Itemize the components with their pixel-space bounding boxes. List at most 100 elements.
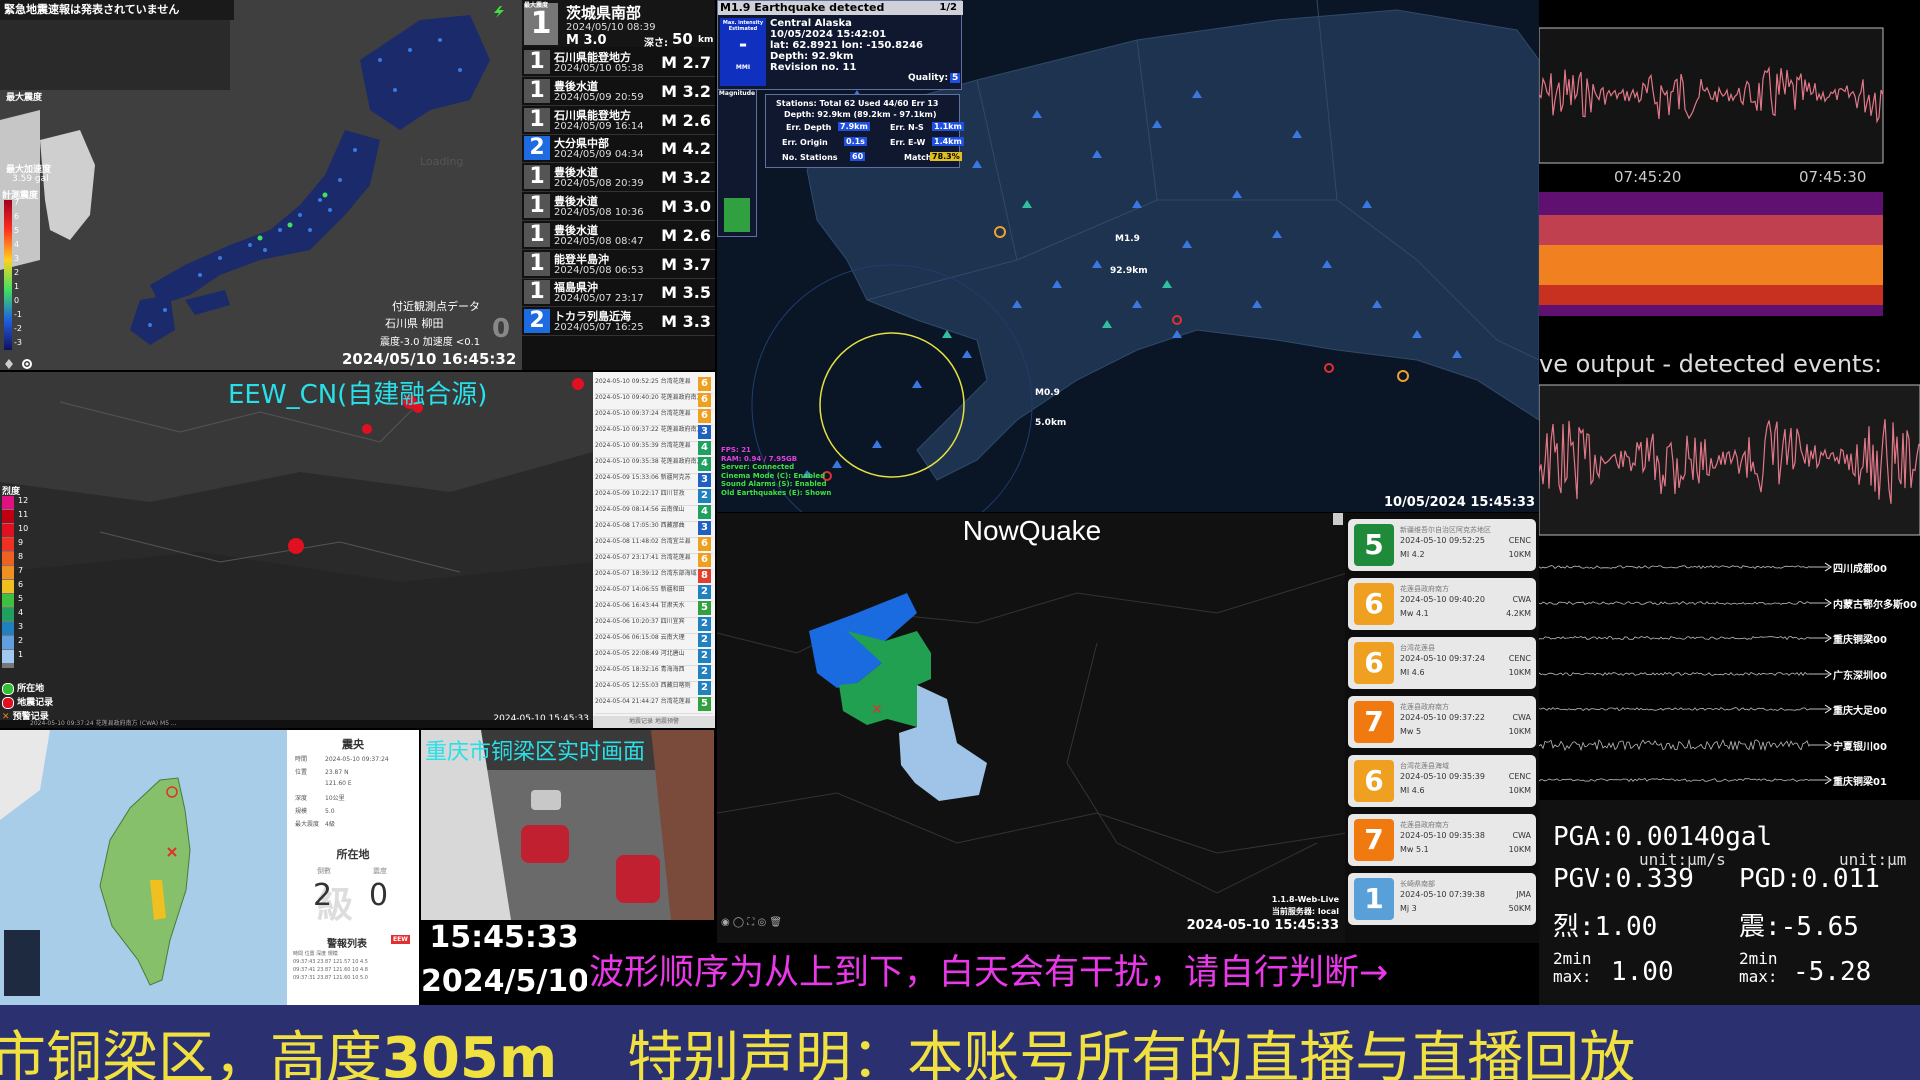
quake-magnitude: M 3.5 [661,283,711,303]
event-card[interactable]: 6 花莲县政府南方 2024-05-10 09:40:20 Mw 4.1 CWA 4.2K… [1348,578,1536,630]
quake-row[interactable]: 1 豊後水道 2024/05/08 08:47 M 2.6 [522,221,715,250]
alert-list-title: 警報列表 [327,939,367,950]
legend-scale-label: 2 [18,636,24,645]
collapse-icon[interactable] [1333,513,1343,525]
china-row-text: 2024-05-10 09:35:38 花莲县政府南方 [595,458,703,465]
event-agency: CENC [1508,772,1531,781]
event-depth: 10KM [1508,550,1531,559]
quake-datetime: 2024/05/10 05:38 [554,63,644,74]
station-trace: 宁夏银川00 [1539,733,1920,768]
legend-color-swatch [2,608,14,621]
legend-color-swatch [2,636,14,649]
china-list-footer[interactable]: 地震记录 地震预警 [593,716,715,728]
quake-datetime: 2024/05/08 10:36 [554,207,644,218]
quake-row[interactable]: 1 豊後水道 2024/05/09 20:59 M 3.2 [522,77,715,106]
event-card[interactable]: 6 台湾花莲县海域 2024-05-10 09:35:39 MI 4.6 CENC 10K… [1348,755,1536,807]
status-fps: FPS: 21 [721,446,751,454]
err-origin-label: Err. Origin [782,138,828,147]
china-legend-items: 所在地 地震记录 ✕ 预警记录 [2,682,53,724]
field-value: 4級 [325,821,335,828]
epicenter-field: 深度 10公里 [295,793,415,806]
alert-row[interactable]: 09:37:41 23.87 121.60 10 4.8 [293,967,413,975]
taiwan-info-panel: 震央 時間 2024-05-10 09:37:24 位置 23.87 N 121.60 … [287,730,419,1005]
event-card[interactable]: 7 花莲县政府南方 2024-05-10 09:35:38 Mw 5.1 CWA 10KM [1348,814,1536,866]
legend-scale-label: 7 [14,198,20,207]
japan-map [0,0,522,370]
latest-intensity: 1 [524,3,558,45]
camera-feed: 重庆市铜梁区实时画面 [421,730,714,920]
station-label: 内蒙古鄂尔多斯00 [1833,599,1917,611]
china-list-row[interactable]: 2024-05-04 21:44:27 台湾花莲县 5 [595,696,713,714]
epicenter-field: 最大震度 4級 [295,819,415,832]
china-row-text: 2024-05-05 12:55:03 西藏日喀则 [595,682,691,689]
quake-datetime: 2024/05/08 20:39 [554,178,644,190]
latest-datetime: 2024/05/10 08:39 [566,22,656,33]
event-card[interactable]: 1 长崎県南部 2024-05-10 07:39:38 Mj 3 JMA 50KM [1348,873,1536,925]
quake-row[interactable]: 1 石川県能登地方 2024/05/10 05:38 M 2.7 [522,48,715,77]
quake-row[interactable]: 1 福島県沖 2024/05/07 23:17 M 3.5 [522,278,715,308]
event-place: 台湾花莲县海域 [1400,762,1449,770]
no-stations: 60 [850,152,866,161]
latest-quake[interactable]: 1 最大震度 茨城県南部 2024/05/10 08:39 M 3.0 深さ: … [522,0,715,49]
legend-scale-label: 1 [14,282,20,291]
epicenter-marker-icon: ✕ [871,702,883,718]
event-card[interactable]: 6 台湾花莲县 2024-05-10 09:37:24 MI 4.6 CENC 10KM [1348,637,1536,689]
map-controls[interactable]: ◉ ◯ ⛶ ◎ 🗑 [721,917,782,928]
quake-magnitude: M 3.2 [661,168,711,188]
legend-scale: 7 6 5 4 3 2 1 0 -1 -2 -3 [14,198,28,352]
quake-row[interactable]: 1 石川県能登地方 2024/05/09 16:14 M 2.6 [522,106,715,135]
station-trace: 重庆铜梁00 [1539,626,1920,661]
match-label: Match [904,153,932,162]
quake-row[interactable]: 1 能登半島沖 2024/05/08 06:53 M 3.7 [522,250,715,279]
legend-scale-label: -1 [14,310,22,319]
detected-events-text: ve output - detected events: [1539,350,1883,378]
alert-row[interactable]: 09:37:31 23.87 121.60 10 5.0 [293,975,413,983]
quake-row[interactable]: 2 トカラ列島近海 2024/05/07 16:25 M 3.3 [522,307,715,337]
china-row-intensity: 4 [698,457,711,471]
quake-datetime: 2024/05/08 06:53 [554,264,644,276]
china-row-text: 2024-05-06 16:43:44 甘肃天水 [595,602,685,609]
err-ew-label: Err. E-W [890,138,926,147]
field-key: 深度 [295,795,308,802]
china-row-text: 2024-05-08 11:48:02 台湾宜兰县 [595,538,691,545]
map-loading-label: Loading [420,155,464,168]
quake-datetime: 2024/05/07 16:25 [554,322,644,334]
china-row-intensity: 5 [698,601,711,615]
event-mag: Mj 3 [1400,904,1417,913]
clock-panel: 15:45:33 2024/5/10 [421,920,587,1005]
alert-depth: Depth: 92.9km [770,51,854,62]
clock-date: 2024/5/10 [421,964,587,999]
alert-row[interactable]: 09:37:43 23.87 121.57 10 4.5 [293,959,413,967]
nearby-detail: 震度-3.0 加速度 <0.1 [380,337,481,348]
alert-title: M1.9 Earthquake detected [718,1,963,15]
legend-scale-label: 10 [18,524,29,533]
metrics-panel: PGA:0.00140gal unit:μm/s unit:μm PGV:0.3… [1539,800,1920,1005]
zhen-max-label: 2min max: [1739,949,1778,986]
station-label: 四川成都00 [1833,564,1887,575]
china-legend-scale: 12 11 10 9 8 7 6 5 4 3 2 1 [2,496,32,666]
record-dot-icon [2,696,14,709]
quake-row[interactable]: 1 豊後水道 2024/05/08 10:36 M 3.0 [522,192,715,221]
mmi-label: MMI [735,64,751,71]
legend-scale-label: -2 [14,324,22,333]
quake-row[interactable]: 1 豊後水道 2024/05/08 20:39 M 3.2 [522,163,715,193]
alert-header: 時間 位置 深度 規模 [293,951,338,957]
event-card[interactable]: 7 花莲县政府南方 2024-05-10 09:37:22 Mw 5 CWA 10KM [1348,696,1536,748]
alert-region: Central Alaska [770,18,852,29]
pgd-value: 0.011 [1801,864,1880,894]
status-cinema: Cinema Mode (C): Enabled [721,471,826,480]
event-agency: CWA [1512,595,1531,604]
event-mag: MI 4.2 [1400,550,1425,559]
magnitude-bar [724,198,750,232]
quake-row[interactable]: 2 大分県中部 2024/05/09 04:34 M 4.2 [522,134,715,164]
event-place: 台湾花莲县 [1400,644,1435,652]
quake-magnitude: M 3.3 [661,312,711,332]
settings-icon[interactable] [4,355,36,370]
status-ram: RAM: 0.94 / 7.95GB [721,454,798,463]
china-row-text: 2024-05-10 09:40:20 花莲县政府南方 [595,394,703,401]
pga-value: 0.00140gal [1615,822,1773,852]
event-card[interactable]: 5 新疆维吾尔自治区阿克苏地区 2024-05-10 09:52:25 MI 4.2 C… [1348,519,1536,571]
err-depth-label: Err. Depth [786,123,832,132]
alert-revision: Revision no. 11 [770,62,857,73]
banner-text: 波形顺序为从上到下，白天会有干扰，请自行判断→ [589,953,1389,990]
